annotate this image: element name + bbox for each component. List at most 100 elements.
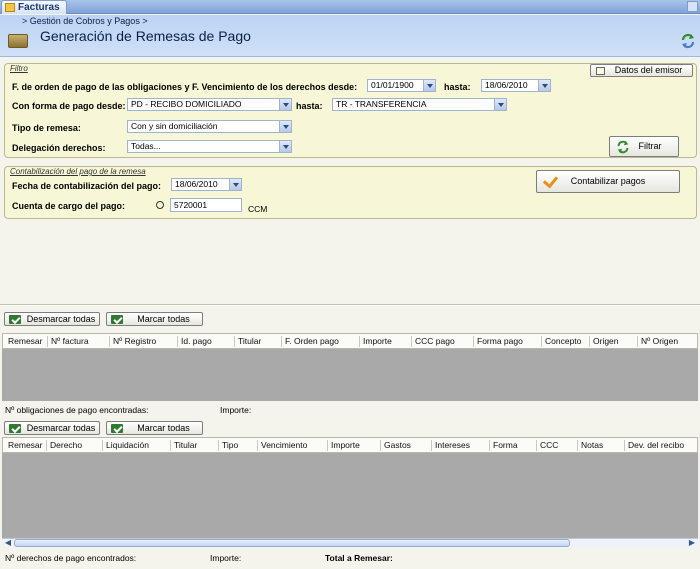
obligaciones-marcar-label: Marcar todas [137, 314, 190, 324]
column-header[interactable]: Gastos [384, 440, 411, 450]
filtrar-button[interactable]: Filtrar [609, 136, 679, 157]
contabilizar-pagos-button[interactable]: Contabilizar pagos [536, 170, 680, 193]
checkmark-icon [542, 172, 559, 189]
column-divider[interactable] [473, 336, 474, 347]
scroll-left-icon[interactable]: ◀ [3, 539, 13, 547]
obligaciones-grid-body[interactable] [2, 349, 698, 401]
column-header[interactable]: Remesar [8, 336, 42, 346]
chevron-down-icon[interactable] [279, 121, 291, 132]
column-header[interactable]: Vencimiento [261, 440, 307, 450]
fecha-hasta-label: hasta: [444, 82, 471, 92]
column-header[interactable]: Notas [581, 440, 603, 450]
column-divider[interactable] [589, 336, 590, 347]
splitter[interactable] [0, 304, 700, 306]
fecha-contabilizacion-dropdown[interactable]: 18/06/2010 [171, 178, 242, 191]
contabilizacion-legend: Contabilización del pago de la remesa [10, 167, 146, 176]
column-divider[interactable] [359, 336, 360, 347]
column-header[interactable]: Titular [174, 440, 197, 450]
obligaciones-grid-header: Remesar Nº factura Nº Registro Id. pago Titu… [2, 333, 698, 349]
derechos-grid-body[interactable] [2, 453, 698, 538]
chevron-down-icon[interactable] [279, 141, 291, 152]
column-header[interactable]: Importe [363, 336, 392, 346]
column-header[interactable]: CCC [540, 440, 558, 450]
invoice-icon [5, 3, 15, 12]
refresh-icon [617, 140, 629, 154]
column-divider[interactable] [577, 440, 578, 451]
chevron-down-icon[interactable] [279, 99, 291, 110]
obligaciones-marcar-button[interactable]: Marcar todas [106, 312, 203, 326]
column-header[interactable]: Forma [493, 440, 518, 450]
chevron-down-icon[interactable] [494, 99, 506, 110]
fecha-hasta-dropdown[interactable]: 18/06/2010 [481, 79, 551, 92]
datos-emisor-button[interactable]: Datos del emisor [590, 64, 693, 77]
column-header[interactable]: Intereses [435, 440, 470, 450]
derechos-grid-header: Remesar Derecho Liquidación Titular Tipo Venc… [2, 437, 698, 453]
check-icon [111, 424, 123, 433]
column-header[interactable]: Derecho [50, 440, 82, 450]
column-header[interactable]: F. Orden pago [285, 336, 339, 346]
column-header[interactable]: Origen [593, 336, 619, 346]
column-divider[interactable] [281, 336, 282, 347]
column-divider[interactable] [380, 440, 381, 451]
column-header[interactable]: Remesar [8, 440, 42, 450]
scrollbar-thumb[interactable] [14, 539, 570, 547]
column-header[interactable]: Importe [331, 440, 360, 450]
column-header[interactable]: Titular [238, 336, 261, 346]
column-divider[interactable] [327, 440, 328, 451]
chevron-down-icon[interactable] [423, 80, 435, 91]
column-divider[interactable] [170, 440, 171, 451]
chevron-down-icon[interactable] [229, 179, 241, 190]
column-header[interactable]: Nº Registro [113, 336, 156, 346]
column-header[interactable]: Liquidación [106, 440, 149, 450]
contabilizar-label: Contabilizar pagos [570, 176, 646, 186]
column-divider[interactable] [102, 440, 103, 451]
chevron-down-icon[interactable] [538, 80, 550, 91]
column-divider[interactable] [411, 336, 412, 347]
search-icon[interactable] [156, 201, 164, 209]
forma-desde-dropdown[interactable]: PD - RECIBO DOMICILIADO [127, 98, 292, 111]
column-header[interactable]: Forma pago [477, 336, 523, 346]
column-header[interactable]: Concepto [545, 336, 581, 346]
column-divider[interactable] [489, 440, 490, 451]
uncheck-icon [9, 315, 21, 324]
column-header[interactable]: CCC pago [415, 336, 455, 346]
column-divider[interactable] [177, 336, 178, 347]
column-divider[interactable] [109, 336, 110, 347]
cuenta-cargo-input[interactable]: 5720001 [170, 198, 242, 212]
delegacion-label: Delegación derechos: [12, 143, 106, 153]
column-header[interactable]: Tipo [222, 440, 238, 450]
column-divider[interactable] [234, 336, 235, 347]
fecha-desde-dropdown[interactable]: 01/01/1900 [367, 79, 436, 92]
column-header[interactable]: Id. pago [181, 336, 212, 346]
derechos-marcar-button[interactable]: Marcar todas [106, 421, 203, 435]
datos-emisor-label: Datos del emisor [614, 65, 683, 75]
column-header[interactable]: Nº Origen [641, 336, 678, 346]
window-close-button[interactable] [687, 1, 698, 12]
derechos-importe-label: Importe: [210, 553, 242, 563]
tipo-remesa-dropdown[interactable]: Con y sin domiciliación [127, 120, 292, 133]
column-divider[interactable] [46, 440, 47, 451]
tab-facturas[interactable]: Facturas [1, 0, 67, 14]
column-divider[interactable] [431, 440, 432, 451]
edit-icon [596, 67, 605, 75]
breadcrumb[interactable]: > Gestión de Cobros y Pagos > [22, 16, 148, 26]
forma-hasta-dropdown[interactable]: TR - TRANSFERENCIA [332, 98, 507, 111]
column-header[interactable]: Nº factura [51, 336, 89, 346]
filtro-legend: Filtro [10, 64, 28, 73]
column-divider[interactable] [541, 336, 542, 347]
column-divider[interactable] [624, 440, 625, 451]
column-header[interactable]: Dev. del recibo [628, 440, 684, 450]
obligaciones-desmarcar-button[interactable]: Desmarcar todas [4, 312, 100, 326]
scroll-right-icon[interactable]: ▶ [687, 539, 697, 547]
delegacion-dropdown[interactable]: Todas... [127, 140, 292, 153]
derechos-desmarcar-button[interactable]: Desmarcar todas [4, 421, 100, 435]
column-divider[interactable] [637, 336, 638, 347]
page-title: Generación de Remesas de Pago [40, 28, 251, 44]
derechos-found-label: Nº derechos de pago encontrados: [5, 553, 137, 563]
column-divider[interactable] [218, 440, 219, 451]
column-divider[interactable] [257, 440, 258, 451]
refresh-icon[interactable] [680, 33, 696, 49]
column-divider[interactable] [47, 336, 48, 347]
total-remesar-label: Total a Remesar: [325, 553, 393, 563]
column-divider[interactable] [536, 440, 537, 451]
